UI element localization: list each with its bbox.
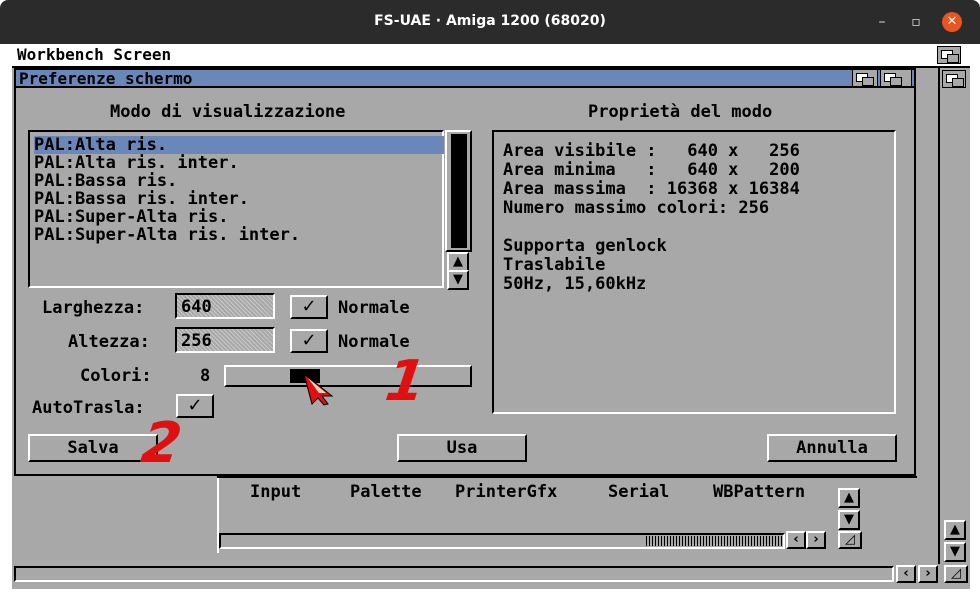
minimize-button[interactable]: – <box>872 12 892 32</box>
divider <box>217 476 917 478</box>
use-button[interactable]: Usa <box>397 434 527 462</box>
os-titlebar: FS-UAE · Amiga 1200 (68020) – ▫ ✕ <box>0 0 980 44</box>
list-item[interactable]: PAL:Alta ris. <box>34 136 444 154</box>
wb-right-border <box>938 68 940 564</box>
prop-scrollable: Traslabile <box>503 255 606 275</box>
width-normal-label: Normale <box>338 298 410 318</box>
annotation-number-2: 2 <box>137 411 186 476</box>
display-mode-list[interactable]: PAL:Alta ris. PAL:Alta ris. inter. PAL:B… <box>28 130 444 288</box>
scroll-down-arrow-icon[interactable]: ▼ <box>838 510 860 530</box>
width-normal-checkbox[interactable]: ✓ <box>290 295 328 319</box>
prop-max-area: Area massima : 16368 x 16384 <box>503 179 800 199</box>
workbench-screen-title: Workbench Screen <box>17 45 172 64</box>
mode-list-up-arrow-icon[interactable]: ▲ <box>447 252 469 272</box>
list-item[interactable]: PAL:Alta ris. inter. <box>34 154 444 172</box>
prop-min-area: Area minima : 640 x 200 <box>503 160 800 180</box>
autoscroll-label: AutoTrasla: <box>32 398 145 418</box>
prop-visible-area: Area visibile : 640 x 256 <box>503 141 800 161</box>
scroll-right-arrow-icon[interactable]: › <box>806 531 826 549</box>
wb-scroll-left-arrow-icon[interactable]: ‹ <box>896 565 916 583</box>
wb-scroll-down-arrow-icon[interactable]: ▼ <box>944 542 966 562</box>
os-window-title: FS-UAE · Amiga 1200 (68020) <box>374 13 606 29</box>
workbench-titlebar[interactable]: Workbench Screen <box>12 44 970 68</box>
colors-label: Colori: <box>80 366 152 386</box>
wb-resize-handle-icon[interactable]: ◿ <box>944 565 968 583</box>
width-field[interactable]: 640 <box>175 293 275 319</box>
screen-prefs-title: Preferenze schermo <box>19 69 193 88</box>
list-item[interactable]: PAL:Super-Alta ris. inter. <box>34 226 444 244</box>
height-field[interactable]: 256 <box>175 327 275 353</box>
mode-list-down-arrow-icon[interactable]: ▼ <box>447 270 469 290</box>
maximize-button[interactable]: ▫ <box>906 12 926 32</box>
horizontal-scroll-thumb[interactable] <box>646 536 782 546</box>
depth-gadget-icon[interactable] <box>880 69 912 87</box>
zoom-gadget-icon[interactable] <box>852 69 878 87</box>
left-border <box>0 44 12 595</box>
annotation-number-1: 1 <box>381 349 430 414</box>
list-item[interactable]: PAL:Super-Alta ris. <box>34 208 444 226</box>
properties-heading: Proprietà del modo <box>588 102 773 122</box>
drawer-item-input[interactable]: Input <box>250 482 301 502</box>
height-normal-checkbox[interactable]: ✓ <box>290 329 328 353</box>
list-item[interactable]: PAL:Bassa ris. <box>34 172 444 190</box>
wb-scroll-right-arrow-icon[interactable]: › <box>918 565 938 583</box>
resize-handle-icon[interactable]: ◿ <box>838 531 862 549</box>
width-value: 640 <box>181 297 212 317</box>
modes-heading: Modo di visualizzazione <box>110 102 346 122</box>
scroll-up-arrow-icon[interactable]: ▲ <box>838 488 860 508</box>
prop-max-colors: Numero massimo colori: 256 <box>503 198 770 218</box>
wb-depth-gadget-icon[interactable] <box>942 70 966 88</box>
screen-prefs-titlebar[interactable]: Preferenze schermo <box>14 68 916 88</box>
prop-frequency: 50Hz, 15,60kHz <box>503 274 647 294</box>
mode-list-scroll-thumb[interactable] <box>451 134 467 248</box>
screen-depth-gadget-icon[interactable] <box>937 46 961 64</box>
drawer-item-printergfx[interactable]: PrinterGfx <box>455 482 557 502</box>
scroll-left-arrow-icon[interactable]: ‹ <box>786 531 806 549</box>
wb-scroll-up-arrow-icon[interactable]: ▲ <box>944 520 966 540</box>
save-button[interactable]: Salva <box>28 434 158 462</box>
close-button[interactable]: ✕ <box>942 12 962 32</box>
prop-genlock: Supporta genlock <box>503 236 667 256</box>
drawer-item-serial[interactable]: Serial <box>608 482 669 502</box>
cancel-button[interactable]: Annulla <box>767 434 897 462</box>
drawer-item-wbpattern[interactable]: WBPattern <box>713 482 805 502</box>
mouse-pointer-icon <box>303 372 334 406</box>
height-value: 256 <box>181 331 212 351</box>
list-item[interactable]: PAL:Bassa ris. inter. <box>34 190 444 208</box>
wb-horizontal-scrollbar[interactable] <box>14 566 894 582</box>
width-label: Larghezza: <box>42 298 145 318</box>
drawer-item-palette[interactable]: Palette <box>350 482 422 502</box>
colors-value: 8 <box>200 366 211 386</box>
colors-slider[interactable] <box>224 365 472 387</box>
mode-properties-box: Area visibile : 640 x 256 Area minima : … <box>492 130 896 414</box>
height-label: Altezza: <box>68 332 150 352</box>
